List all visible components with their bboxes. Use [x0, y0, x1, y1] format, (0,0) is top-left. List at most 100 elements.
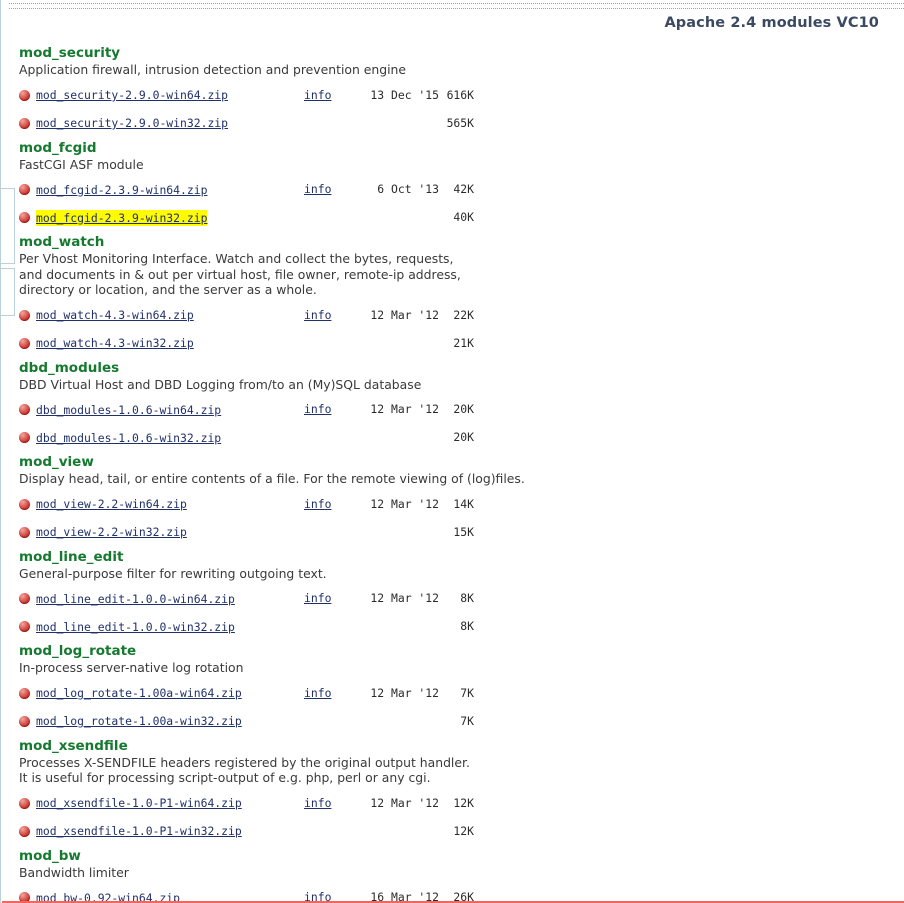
- file-size: 20K: [453, 430, 474, 444]
- info-link[interactable]: info: [304, 175, 331, 203]
- module-block: mod_log_rotate In-process server-native l…: [19, 640, 904, 735]
- red-sphere-bullet-icon: [19, 89, 30, 101]
- download-file-link[interactable]: mod_line_edit-1.0.0-win64.zip: [36, 591, 235, 607]
- info-link[interactable]: info: [304, 81, 331, 109]
- download-file-link[interactable]: mod_line_edit-1.0.0-win32.zip: [36, 619, 235, 635]
- red-sphere-bullet-icon: [19, 715, 30, 727]
- release-date: 12 Mar '12: [370, 591, 439, 605]
- download-row: dbd_modules-1.0.6-win32.zip 20K: [19, 423, 904, 451]
- module-description: Per Vhost Monitoring Interface. Watch an…: [19, 251, 461, 297]
- red-sphere-bullet-icon: [19, 687, 30, 699]
- module-description: General-purpose filter for rewriting out…: [19, 565, 327, 581]
- module-description: Application firewall, intrusion detectio…: [19, 62, 407, 77]
- download-file-link[interactable]: mod_security-2.9.0-win32.zip: [36, 115, 228, 131]
- download-row: mod_xsendfile-1.0-P1-win64.zip info 12 Mar…: [19, 789, 904, 817]
- module-name: mod_line_edit: [19, 548, 124, 565]
- file-size: 26K: [453, 890, 474, 903]
- modules-download-page: Apache 2.4 modules VC10 mod_security Appl…: [0, 0, 904, 903]
- red-sphere-bullet-icon: [19, 404, 30, 415]
- dotted-rule-second: [9, 8, 904, 9]
- module-block: mod_security Application firewall, intrus…: [19, 42, 904, 137]
- file-size: 616K: [446, 87, 474, 102]
- info-link[interactable]: info: [304, 679, 331, 707]
- download-row: mod_log_rotate-1.00a-win32.zip 7K: [19, 707, 904, 735]
- info-link[interactable]: info: [304, 490, 331, 518]
- module-block: mod_fcgid FastCGI ASF module mod_fcgid-2.3…: [19, 137, 904, 232]
- red-sphere-bullet-icon: [19, 117, 30, 129]
- red-sphere-bullet-icon: [19, 797, 30, 809]
- download-row: mod_view-2.2-win64.zip info 12 Mar '12 14K: [19, 490, 904, 518]
- page-header: Apache 2.4 modules VC10: [1, 12, 904, 31]
- download-file-link[interactable]: mod_log_rotate-1.00a-win64.zip: [36, 685, 242, 701]
- file-size: 12K: [453, 823, 474, 838]
- release-date: 16 Mar '12: [370, 890, 439, 903]
- red-sphere-bullet-icon: [19, 432, 30, 443]
- download-row: dbd_modules-1.0.6-win64.zip info 12 Mar '1…: [19, 395, 904, 423]
- red-sphere-bullet-icon: [19, 621, 30, 632]
- file-size: 8K: [460, 619, 474, 633]
- red-sphere-bullet-icon: [19, 184, 30, 195]
- red-sphere-bullet-icon: [19, 593, 30, 604]
- download-row: mod_watch-4.3-win32.zip 21K: [19, 329, 904, 357]
- file-size: 40K: [453, 210, 474, 224]
- file-size: 8K: [460, 591, 474, 605]
- module-name: mod_xsendfile: [19, 737, 128, 754]
- module-description: Display head, tail, or entire contents o…: [19, 471, 525, 486]
- file-size: 15K: [453, 524, 474, 539]
- download-row: mod_line_edit-1.0.0-win64.zip info 12 Mar …: [19, 584, 904, 612]
- red-sphere-bullet-icon: [19, 309, 30, 321]
- page-title: Apache 2.4 modules VC10: [664, 15, 879, 31]
- module-block: mod_line_edit General-purpose filter for …: [19, 546, 904, 641]
- info-link[interactable]: info: [304, 395, 331, 423]
- module-description: DBD Virtual Host and DBD Logging from/to…: [19, 376, 422, 392]
- file-size: 565K: [446, 115, 474, 130]
- download-file-link[interactable]: mod_xsendfile-1.0-P1-win64.zip: [36, 795, 242, 811]
- file-size: 14K: [453, 496, 474, 511]
- download-file-link[interactable]: mod_watch-4.3-win64.zip: [36, 307, 194, 323]
- info-link[interactable]: info: [304, 789, 331, 817]
- red-sphere-bullet-icon: [19, 498, 30, 510]
- file-size: 42K: [453, 182, 474, 196]
- file-size: 7K: [460, 713, 474, 728]
- download-row: mod_line_edit-1.0.0-win32.zip 8K: [19, 612, 904, 640]
- module-block: mod_watch Per Vhost Monitoring Interface.…: [19, 231, 904, 357]
- file-size: 12K: [453, 795, 474, 810]
- module-name: mod_security: [19, 45, 121, 61]
- info-link[interactable]: info: [304, 301, 331, 329]
- module-description: Processes X-SENDFILE headers registered …: [19, 754, 470, 786]
- download-file-link[interactable]: dbd_modules-1.0.6-win32.zip: [36, 430, 221, 446]
- download-file-link[interactable]: mod_fcgid-2.3.9-win64.zip: [36, 182, 207, 198]
- red-sphere-bullet-icon: [19, 337, 30, 349]
- file-size: 21K: [453, 335, 474, 350]
- module-name: mod_bw: [19, 847, 81, 864]
- download-row: mod_xsendfile-1.0-P1-win32.zip 12K: [19, 817, 904, 845]
- download-file-link[interactable]: dbd_modules-1.0.6-win64.zip: [36, 402, 221, 418]
- info-link[interactable]: info: [304, 883, 331, 903]
- module-name: mod_view: [19, 454, 94, 470]
- info-link[interactable]: info: [304, 584, 331, 612]
- module-description: In-process server-native log rotation: [19, 660, 244, 675]
- release-date: 12 Mar '12: [370, 496, 439, 511]
- modules-list: mod_security Application firewall, intrus…: [1, 42, 904, 903]
- download-row: mod_fcgid-2.3.9-win32.zip 40K: [19, 203, 904, 231]
- download-file-link[interactable]: mod_fcgid-2.3.9-win32.zip: [36, 209, 208, 226]
- release-date: 12 Mar '12: [370, 795, 439, 810]
- download-row: mod_bw-0.92-win64.zip info 16 Mar '12 26K: [19, 883, 904, 903]
- release-date: 12 Mar '12: [370, 307, 439, 322]
- download-file-link[interactable]: mod_log_rotate-1.00a-win32.zip: [36, 713, 242, 729]
- file-size: 7K: [460, 685, 474, 700]
- download-file-link[interactable]: mod_view-2.2-win64.zip: [36, 496, 187, 512]
- dotted-rule-top: [9, 3, 904, 4]
- release-date: 12 Mar '12: [370, 685, 439, 700]
- red-sphere-bullet-icon: [19, 825, 30, 837]
- module-name: mod_watch: [19, 234, 105, 250]
- download-file-link[interactable]: mod_watch-4.3-win32.zip: [36, 335, 194, 351]
- file-size: 22K: [453, 307, 474, 322]
- download-file-link[interactable]: mod_security-2.9.0-win64.zip: [36, 87, 228, 103]
- download-file-link[interactable]: mod_xsendfile-1.0-P1-win32.zip: [36, 823, 242, 839]
- release-date: 13 Dec '15: [370, 87, 439, 102]
- download-row: mod_security-2.9.0-win32.zip 565K: [19, 109, 904, 137]
- module-block: mod_xsendfile Processes X-SENDFILE header…: [19, 735, 904, 845]
- module-block: mod_bw Bandwidth limiter mod_bw-0.92-win64…: [19, 845, 904, 903]
- download-file-link[interactable]: mod_view-2.2-win32.zip: [36, 524, 187, 540]
